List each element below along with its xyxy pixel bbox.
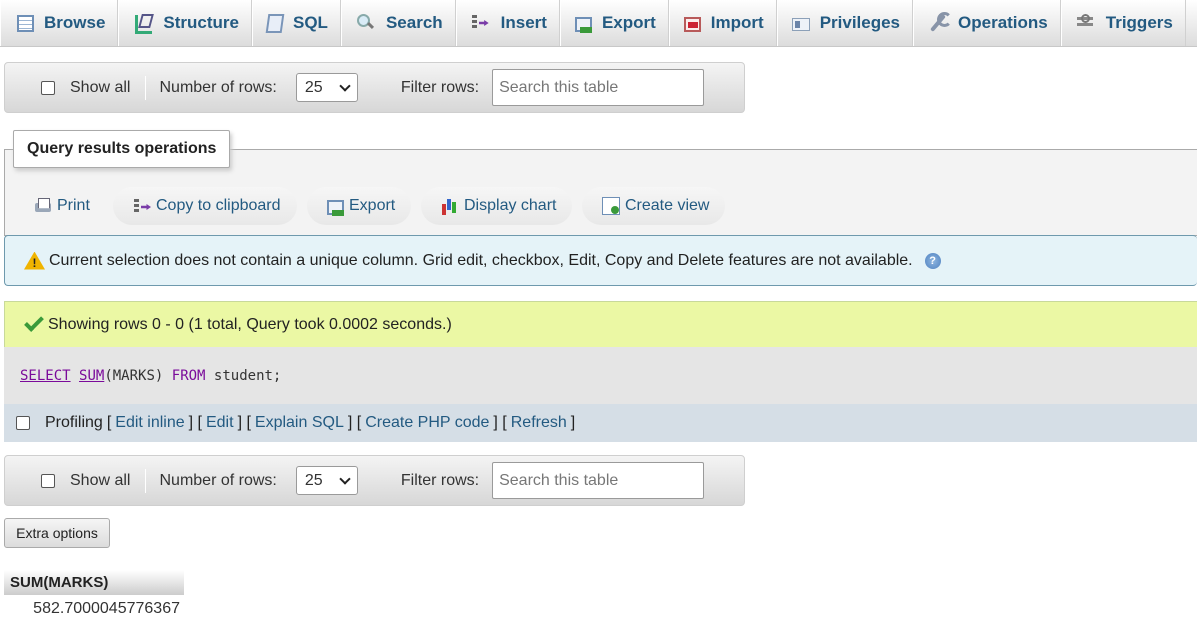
extra-options-button[interactable]: Extra options (4, 518, 110, 548)
filter-rows-placeholder: Search this table (499, 78, 619, 96)
rows-count-select[interactable]: 25 (295, 466, 358, 495)
rows-count-select[interactable]: 25 (295, 73, 358, 102)
chart-label: Display chart (464, 197, 557, 214)
notice-text: Current selection does not contain a uni… (49, 251, 913, 269)
tab-privileges[interactable]: Privileges (776, 0, 914, 46)
tab-label: Insert (500, 13, 547, 32)
print-label: Print (57, 197, 90, 214)
filter-rows-input[interactable]: Search this table (492, 462, 705, 499)
search-icon (356, 13, 376, 33)
query-success-message: Showing rows 0 - 0 (1 total, Query took … (4, 301, 1197, 347)
success-check-icon (24, 312, 44, 332)
sql-function-arg: (MARKS) (104, 367, 164, 384)
export-icon (574, 16, 592, 33)
profiling-label[interactable]: Profiling (45, 414, 103, 432)
chart-icon (441, 197, 459, 215)
show-all-label[interactable]: Show all (70, 472, 130, 490)
sql-function-sum[interactable]: SUM (79, 368, 104, 384)
tab-label: Privileges (819, 13, 901, 32)
edit-link[interactable]: Edit (206, 414, 234, 432)
privileges-icon (791, 18, 810, 31)
import-icon (683, 16, 701, 32)
insert-icon (471, 13, 491, 33)
warning-icon (24, 252, 45, 270)
filter-rows-label: Filter rows: (400, 78, 480, 96)
export-icon (327, 199, 344, 216)
tab-triggers[interactable]: Triggers (1060, 0, 1186, 46)
show-all-label[interactable]: Show all (70, 79, 130, 97)
bracket: ] (570, 414, 576, 431)
tab-label: Triggers (1105, 13, 1173, 32)
tab-label: Search (385, 13, 443, 32)
filter-rows-label: Filter rows: (400, 471, 480, 489)
show-all-checkbox[interactable] (41, 80, 55, 95)
tab-label: Operations (958, 13, 1048, 32)
create-view-button[interactable]: Create view (582, 187, 726, 225)
tab-label: Structure (163, 13, 239, 32)
rows-count-label: Number of rows: (159, 78, 277, 96)
tab-operations[interactable]: Operations (913, 0, 1061, 46)
export-label: Export (349, 197, 396, 214)
tab-import[interactable]: Import (668, 0, 777, 46)
tab-label: Export (601, 13, 656, 32)
tab-sql[interactable]: SQL (252, 0, 341, 46)
triggers-icon (1076, 13, 1096, 33)
create-view-icon (602, 197, 620, 215)
rows-navigation-top: Show all Number of rows: 25 Filter rows:… (4, 62, 745, 113)
sql-keyword-select[interactable]: SELECT (20, 368, 71, 384)
tab-search[interactable]: Search (340, 0, 456, 46)
bracket: ] [ (237, 414, 251, 431)
refresh-link[interactable]: Refresh (511, 414, 567, 432)
rows-count-label: Number of rows: (159, 471, 277, 489)
sql-icon (265, 13, 285, 33)
tab-structure[interactable]: Structure (118, 0, 252, 46)
operations-icon (928, 12, 953, 33)
filter-rows-input[interactable]: Search this table (492, 69, 705, 106)
result-cell: 582.7000045776367 (33, 600, 180, 617)
bracket: ] [ (493, 414, 507, 431)
copy-to-clipboard-button[interactable]: Copy to clipboard (113, 187, 297, 225)
show-all-checkbox[interactable] (41, 473, 55, 488)
structure-icon (133, 13, 153, 34)
create-view-label: Create view (625, 197, 710, 214)
profiling-checkbox[interactable] (16, 416, 30, 430)
rows-navigation-bottom: Show all Number of rows: 25 Filter rows:… (4, 455, 745, 506)
rows-count-value: 25 (304, 471, 323, 489)
result-column-header[interactable]: SUM(MARKS) (4, 570, 184, 595)
bracket: ] [ (347, 414, 362, 431)
export-results-button[interactable]: Export (307, 187, 412, 225)
success-text: Showing rows 0 - 0 (1 total, Query took … (48, 315, 452, 333)
tab-label: SQL (293, 13, 328, 32)
filter-rows-placeholder: Search this table (499, 471, 619, 489)
display-chart-button[interactable]: Display chart (421, 187, 573, 225)
divider (145, 468, 147, 493)
sql-keyword-from: FROM (171, 367, 206, 384)
tab-label: Browse (44, 13, 106, 32)
chevron-down-icon (339, 79, 351, 92)
rows-count-value: 25 (304, 78, 323, 96)
sql-query-display: SELECT SUM (MARKS) FROM student; (4, 347, 1197, 404)
main-tab-bar: Browse Structure SQL Search Insert Expor… (0, 0, 1197, 47)
sql-table-name: student; (213, 367, 282, 384)
unique-column-notice: Current selection does not contain a uni… (4, 235, 1197, 286)
tab-insert[interactable]: Insert (455, 0, 560, 46)
bracket: ] [ (188, 414, 202, 431)
clipboard-icon (133, 197, 151, 215)
print-button[interactable]: Print (6, 187, 106, 225)
create-php-code-link[interactable]: Create PHP code (365, 414, 489, 432)
print-icon (34, 197, 52, 215)
query-results-operations-legend: Query results operations (13, 130, 231, 168)
chevron-down-icon (339, 472, 351, 485)
query-tools-bar: Profiling [Edit inline] [Edit] [Explain … (4, 404, 1197, 442)
help-icon[interactable]: ? (924, 252, 941, 269)
bracket: [ (106, 414, 112, 431)
tab-browse[interactable]: Browse (0, 0, 119, 46)
edit-inline-link[interactable]: Edit inline (115, 414, 184, 432)
tab-export[interactable]: Export (559, 0, 669, 46)
explain-sql-link[interactable]: Explain SQL (255, 414, 344, 432)
divider (145, 75, 147, 100)
browse-icon (17, 14, 34, 32)
tab-label: Import (710, 13, 764, 32)
copy-label: Copy to clipboard (156, 197, 281, 214)
